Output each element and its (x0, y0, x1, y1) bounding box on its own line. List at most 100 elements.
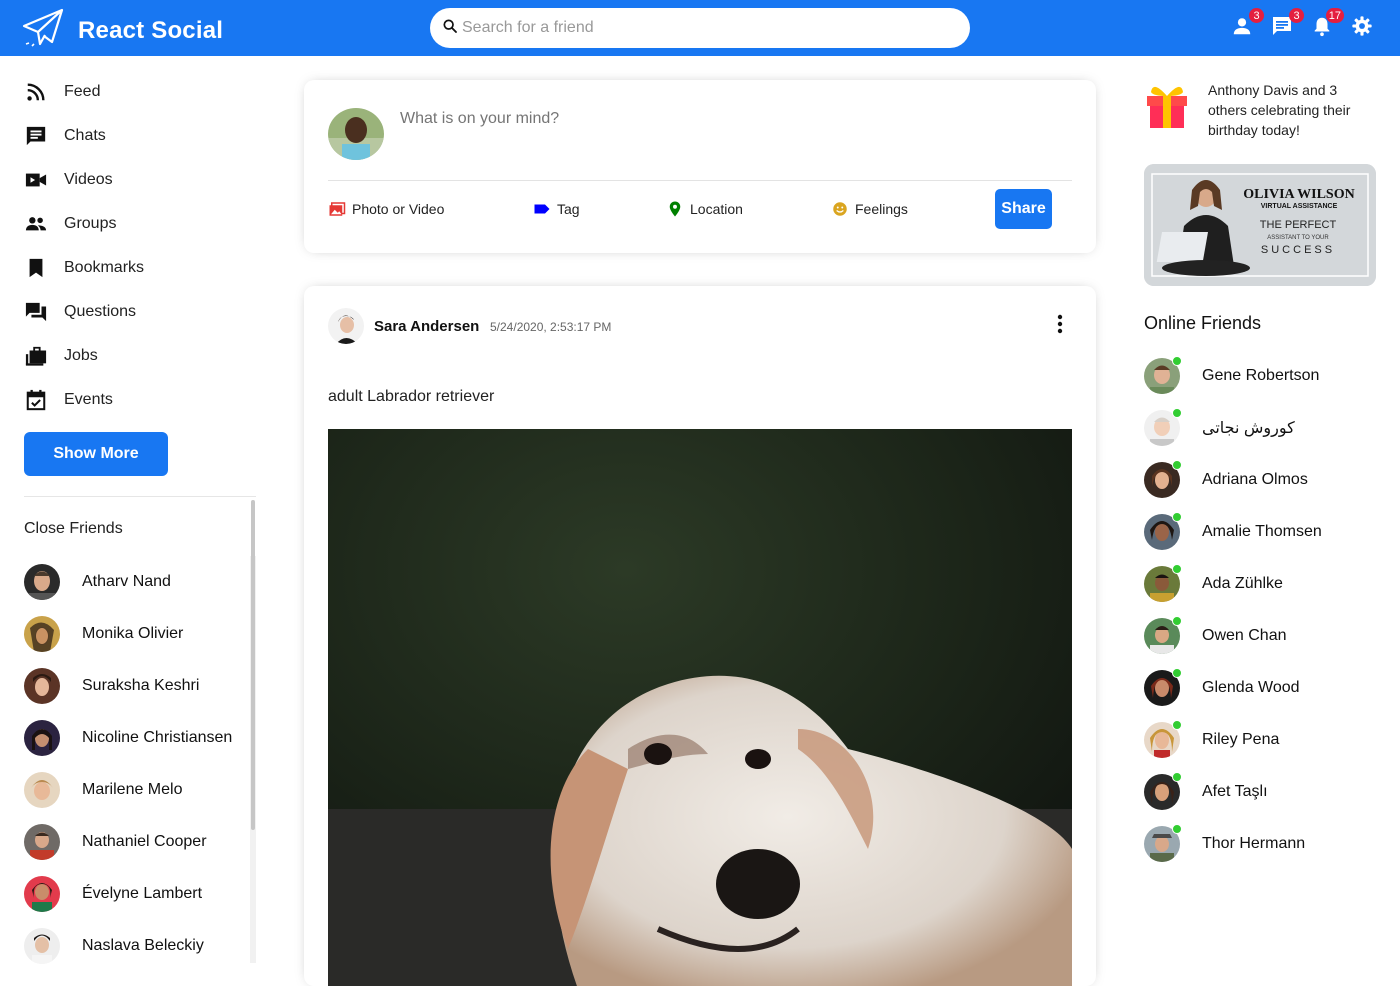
list-item[interactable]: Glenda Wood (1144, 662, 1322, 714)
forum-icon (24, 300, 48, 324)
list-item[interactable]: Afet Taşlı (1144, 766, 1322, 818)
list-item[interactable]: Amalie Thomsen (1144, 506, 1322, 558)
sidebar-item-label: Jobs (64, 347, 98, 364)
avatar (24, 720, 60, 756)
bookmark-icon (24, 256, 48, 280)
sidebar-item-label: Groups (64, 215, 117, 232)
friend-name: Thor Hermann (1202, 835, 1306, 852)
location-option[interactable]: Location (666, 200, 743, 218)
online-indicator (1172, 356, 1182, 366)
post-text: adult Labrador retriever (328, 388, 495, 405)
calendar-icon (24, 388, 48, 412)
ad-line5: SUCCESS (1261, 244, 1335, 256)
search-input[interactable] (462, 19, 942, 37)
messages-button[interactable]: 3 (1270, 8, 1304, 42)
chat-bubble-icon (24, 124, 48, 148)
sidebar-item-groups[interactable]: Groups (24, 202, 144, 246)
list-item[interactable]: Marilene Melo (24, 764, 232, 816)
avatar (24, 772, 60, 808)
list-item[interactable]: Owen Chan (1144, 610, 1322, 662)
online-friends-title: Online Friends (1144, 313, 1262, 333)
friend-name: Ada Zühlke (1202, 575, 1283, 592)
group-icon (24, 212, 48, 236)
post-username[interactable]: Sara Andersen (374, 318, 479, 335)
friend-name: Monika Olivier (82, 625, 184, 642)
ad-line3: THE PERFECT (1260, 219, 1337, 231)
ad-title: OLIVIA WILSON (1243, 187, 1354, 202)
share-button[interactable]: Share (995, 189, 1052, 229)
paper-plane-icon (22, 8, 64, 53)
online-indicator (1172, 616, 1182, 626)
avatar[interactable] (328, 308, 364, 344)
list-item[interactable]: Riley Pena (1144, 714, 1322, 766)
share-input[interactable] (400, 110, 1000, 128)
avatar (24, 564, 60, 600)
photo-video-option[interactable]: Photo or Video (328, 200, 444, 218)
messages-badge: 3 (1289, 8, 1304, 23)
online-indicator (1172, 772, 1182, 782)
friend-name: Gene Robertson (1202, 367, 1320, 384)
sidebar-item-feed[interactable]: Feed (24, 70, 144, 114)
list-item[interactable]: Ada Zühlke (1144, 558, 1322, 610)
birthday-name: Anthony Davis (1208, 82, 1299, 98)
notifications-button[interactable]: 17 (1310, 8, 1344, 42)
list-item[interactable]: Évelyne Lambert (24, 868, 232, 920)
friend-name: کوروش نجاتی (1202, 420, 1295, 437)
more-options-button[interactable] (1048, 314, 1072, 338)
sidebar-menu: Feed Chats Videos Groups Bookmarks Quest… (24, 70, 144, 422)
friend-requests-button[interactable]: 3 (1230, 8, 1264, 42)
list-item[interactable]: Adriana Olmos (1144, 454, 1322, 506)
sidebar-item-bookmarks[interactable]: Bookmarks (24, 246, 144, 290)
online-indicator (1172, 720, 1182, 730)
search-icon (442, 18, 458, 39)
post-image[interactable] (328, 429, 1072, 986)
emoji-icon (831, 200, 849, 218)
ad-line4: ASSISTANT TO YOUR (1267, 235, 1329, 241)
sidebar-item-videos[interactable]: Videos (24, 158, 144, 202)
sidebar-item-chats[interactable]: Chats (24, 114, 144, 158)
post-date: 5/24/2020, 2:53:17 PM (490, 320, 612, 334)
sidebar-item-label: Chats (64, 127, 106, 144)
list-item[interactable]: Thor Hermann (1144, 818, 1322, 870)
list-item[interactable]: Atharv Nand (24, 556, 232, 608)
settings-button[interactable] (1350, 14, 1374, 42)
gift-icon (1144, 80, 1190, 140)
online-indicator (1172, 824, 1182, 834)
list-item[interactable]: کوروش نجاتی (1144, 402, 1322, 454)
friend-name: Amalie Thomsen (1202, 523, 1322, 540)
app-title: React Social (78, 16, 224, 44)
avatar (328, 108, 384, 160)
location-pin-icon (666, 200, 684, 218)
feelings-option[interactable]: Feelings (831, 200, 908, 218)
list-item[interactable]: Gene Robertson (1144, 350, 1322, 402)
list-item[interactable]: Suraksha Keshri (24, 660, 232, 712)
option-label: Feelings (855, 201, 908, 217)
logo[interactable]: React Social (22, 8, 223, 53)
sidebar-scrollbar-thumb[interactable] (251, 500, 255, 830)
list-item[interactable]: Naslava Beleckiy (24, 920, 232, 972)
gear-icon (1351, 15, 1373, 42)
sidebar-item-label: Questions (64, 303, 137, 320)
online-indicator (1172, 564, 1182, 574)
close-friends-title: Close Friends (24, 520, 123, 537)
ad-banner[interactable]: OLIVIA WILSON VIRTUAL ASSISTANCE THE PER… (1144, 164, 1376, 286)
sidebar-item-label: Feed (64, 83, 101, 100)
close-friends-list: Atharv Nand Monika Olivier Suraksha Kesh… (24, 556, 232, 972)
sidebar-item-questions[interactable]: Questions (24, 290, 144, 334)
sidebar-item-label: Videos (64, 171, 113, 188)
divider (328, 180, 1072, 181)
label-icon (533, 200, 551, 218)
friend-name: Glenda Wood (1202, 679, 1300, 696)
birthday-text: Anthony Davis and 3 others celebrating t… (1208, 80, 1358, 140)
friend-name: Évelyne Lambert (82, 885, 203, 902)
list-item[interactable]: Nathaniel Cooper (24, 816, 232, 868)
list-item[interactable]: Monika Olivier (24, 608, 232, 660)
birthday-notice[interactable]: Anthony Davis and 3 others celebrating t… (1144, 80, 1358, 140)
sidebar-item-jobs[interactable]: Jobs (24, 334, 144, 378)
list-item[interactable]: Nicoline Christiansen (24, 712, 232, 764)
sidebar-item-events[interactable]: Events (24, 378, 144, 422)
search-bar[interactable] (430, 8, 970, 48)
online-indicator (1172, 408, 1182, 418)
tag-option[interactable]: Tag (533, 200, 580, 218)
show-more-button[interactable]: Show More (24, 432, 168, 476)
